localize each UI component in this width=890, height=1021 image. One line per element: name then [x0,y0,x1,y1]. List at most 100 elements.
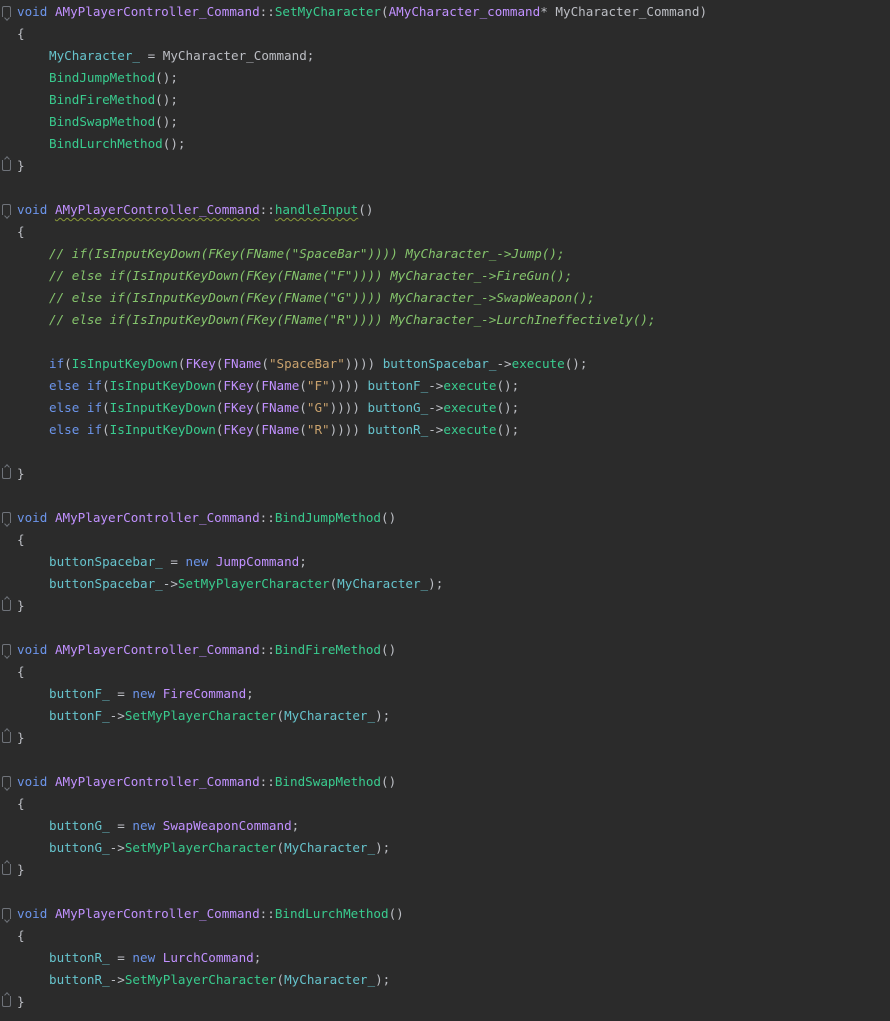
code-token: BindSwapMethod [49,114,156,129]
code-line[interactable]: { [0,661,890,683]
code-token: AMyPlayerController_Command [54,774,260,789]
code-token: } [17,730,25,745]
fold-open-icon[interactable] [2,512,11,523]
code-token: execute [511,356,565,371]
code-line[interactable]: } [0,595,890,617]
fold-open-icon[interactable] [2,776,11,787]
code-line[interactable]: BindJumpMethod(); [0,67,890,89]
code-token: SetMyCharacter [274,4,381,19]
code-token: () [380,510,397,525]
code-line[interactable]: buttonG_->SetMyPlayerCharacter(MyCharact… [0,837,890,859]
code-token: IsInputKeyDown [109,422,216,437]
code-token: )))) [329,400,368,415]
code-line[interactable]: // else if(IsInputKeyDown(FKey(FName("R"… [0,309,890,331]
code-area[interactable]: void AMyPlayerController_Command::SetMyC… [0,1,890,1013]
code-token: buttonF_ [49,686,110,701]
code-token: AMyPlayerController_Command [54,906,260,921]
code-line[interactable]: void AMyPlayerController_Command::BindFi… [0,639,890,661]
code-editor[interactable]: void AMyPlayerController_Command::SetMyC… [0,0,890,1021]
code-line[interactable]: } [0,991,890,1013]
code-line[interactable] [0,177,890,199]
code-line[interactable]: } [0,859,890,881]
code-token: ); [428,576,444,591]
code-token: buttonG_ [49,818,110,833]
code-line[interactable]: buttonF_ = new FireCommand; [0,683,890,705]
code-token: buttonR_ [367,422,429,437]
code-line[interactable]: // else if(IsInputKeyDown(FKey(FName("F"… [0,265,890,287]
code-line[interactable]: buttonSpacebar_ = new JumpCommand; [0,551,890,573]
code-token: // else if(IsInputKeyDown(FKey(FName("R"… [49,312,656,327]
code-line[interactable]: BindFireMethod(); [0,89,890,111]
code-line[interactable]: void AMyPlayerController_Command::SetMyC… [0,1,890,23]
code-line[interactable]: buttonR_ = new LurchCommand; [0,947,890,969]
code-token: ( [102,422,110,437]
code-token: MyCharacter_ [284,972,376,987]
code-token: )))) [344,356,383,371]
code-line[interactable]: void AMyPlayerController_Command::BindLu… [0,903,890,925]
code-token: :: [259,4,275,19]
code-token: // else if(IsInputKeyDown(FKey(FName("G"… [49,290,595,305]
fold-close-icon[interactable] [2,160,11,171]
code-token: ); [375,840,391,855]
code-token: -> [109,972,125,987]
code-line[interactable]: { [0,23,890,45]
code-line[interactable]: { [0,221,890,243]
fold-close-icon[interactable] [2,600,11,611]
code-line[interactable]: BindSwapMethod(); [0,111,890,133]
code-line[interactable]: } [0,155,890,177]
fold-open-icon[interactable] [2,908,11,919]
fold-close-icon[interactable] [2,468,11,479]
code-line[interactable] [0,441,890,463]
code-line[interactable]: { [0,529,890,551]
fold-close-icon[interactable] [2,732,11,743]
code-line[interactable]: buttonSpacebar_->SetMyPlayerCharacter(My… [0,573,890,595]
code-token: )))) [329,378,368,393]
code-token: -> [428,400,444,415]
code-token: :: [259,642,275,657]
code-line[interactable]: buttonG_ = new SwapWeaponCommand; [0,815,890,837]
code-line[interactable]: else if(IsInputKeyDown(FKey(FName("R")))… [0,419,890,441]
code-token: ; [253,950,262,965]
code-token: FKey [223,422,254,437]
code-line[interactable]: } [0,463,890,485]
code-token: MyCharacter_ [284,840,376,855]
code-token: FName [261,378,300,393]
code-line[interactable] [0,485,890,507]
code-line[interactable]: if(IsInputKeyDown(FKey(FName("SpaceBar")… [0,353,890,375]
code-token: -> [162,576,178,591]
code-line[interactable]: buttonF_->SetMyPlayerCharacter(MyCharact… [0,705,890,727]
code-line[interactable] [0,617,890,639]
code-line[interactable]: else if(IsInputKeyDown(FKey(FName("F")))… [0,375,890,397]
code-line[interactable] [0,749,890,771]
code-line[interactable]: buttonR_->SetMyPlayerCharacter(MyCharact… [0,969,890,991]
code-line[interactable]: // if(IsInputKeyDown(FKey(FName("SpaceBa… [0,243,890,265]
code-line[interactable]: { [0,925,890,947]
code-token: ( [299,378,307,393]
fold-open-icon[interactable] [2,204,11,215]
code-token: if [49,356,65,371]
fold-close-icon[interactable] [2,996,11,1007]
fold-open-icon[interactable] [2,6,11,17]
code-line[interactable]: } [0,727,890,749]
code-line[interactable]: void AMyPlayerController_Command::BindSw… [0,771,890,793]
code-line[interactable]: // else if(IsInputKeyDown(FKey(FName("G"… [0,287,890,309]
code-line[interactable]: BindLurchMethod(); [0,133,890,155]
code-token: "G" [306,400,330,415]
fold-open-icon[interactable] [2,644,11,655]
code-line[interactable] [0,881,890,903]
code-line[interactable]: void AMyPlayerController_Command::handle… [0,199,890,221]
code-line[interactable]: void AMyPlayerController_Command::BindJu… [0,507,890,529]
code-token: } [17,994,25,1009]
code-token: BindFireMethod [274,642,381,657]
code-line[interactable]: { [0,793,890,815]
code-token: IsInputKeyDown [109,378,216,393]
code-token: void [17,774,48,789]
fold-close-icon[interactable] [2,864,11,875]
code-token: FName [261,400,300,415]
code-token: buttonR_ [49,950,110,965]
code-line[interactable] [0,331,890,353]
code-line[interactable]: MyCharacter_ = MyCharacter_Command; [0,45,890,67]
code-line[interactable]: else if(IsInputKeyDown(FKey(FName("G")))… [0,397,890,419]
